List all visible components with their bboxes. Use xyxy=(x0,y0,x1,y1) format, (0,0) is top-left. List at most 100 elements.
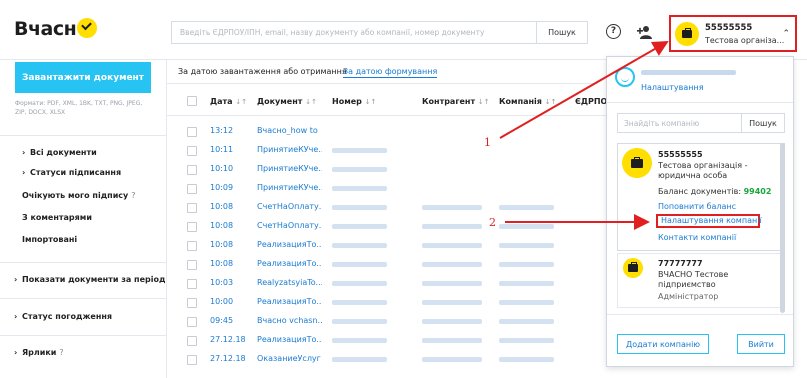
row-document-name[interactable]: РеализацияТо... xyxy=(257,240,322,249)
help-icon[interactable]: ? xyxy=(131,191,135,200)
row-document-name[interactable]: Вчасно_how to xyxy=(257,126,322,135)
row-document-name[interactable]: СчетНаОплату... xyxy=(257,202,322,211)
sidebar-item-imported[interactable]: Імпортовані xyxy=(22,235,77,244)
row-checkbox[interactable] xyxy=(187,165,197,175)
row-checkbox[interactable] xyxy=(187,127,197,137)
table-row[interactable]: 10:11 ПринятиеКУче... xyxy=(167,141,607,160)
column-date[interactable]: Дата ↓↑ xyxy=(210,97,247,106)
table-row[interactable]: 10:08 РеализацияТо... xyxy=(167,255,607,274)
row-document-name[interactable]: Вчасно vchasn... xyxy=(257,316,322,325)
table-row[interactable]: 10:03 RealyzatsyiaTo... xyxy=(167,274,607,293)
row-date[interactable]: 10:08 xyxy=(210,259,233,268)
logo[interactable]: Вчасн xyxy=(14,18,98,40)
column-company[interactable]: Компанія ↓↑ xyxy=(499,97,556,106)
redacted-value xyxy=(499,262,554,267)
row-checkbox[interactable] xyxy=(187,298,197,308)
sort-icon: ↓↑ xyxy=(477,98,490,106)
add-company-button[interactable]: Додати компанію xyxy=(617,334,709,354)
table-row[interactable]: 27.12.18 ОказаниеУслуг xyxy=(167,350,607,369)
row-document-name[interactable]: РеализацияТо... xyxy=(257,259,322,268)
sidebar-item-signing-statuses[interactable]: › Статуси підписання xyxy=(22,168,121,177)
row-date[interactable]: 10:11 xyxy=(210,145,233,154)
row-date[interactable]: 13:12 xyxy=(210,126,233,135)
company-search-input[interactable] xyxy=(617,113,741,133)
row-document-name[interactable]: RealyzatsyiaTo... xyxy=(257,278,322,287)
company-contacts-link[interactable]: Контакти компанії xyxy=(658,233,736,242)
table-row[interactable]: 10:00 РеализацияТо... xyxy=(167,293,607,312)
logout-button[interactable]: Вийти xyxy=(737,334,785,354)
company-search-button[interactable]: Пошук xyxy=(741,113,785,133)
redacted-value xyxy=(422,281,482,286)
row-date[interactable]: 09:45 xyxy=(210,316,233,325)
column-document[interactable]: Документ ↓↑ xyxy=(257,97,317,106)
sidebar-item-documents-period[interactable]: › Показати документи за період xyxy=(14,275,165,284)
row-date[interactable]: 10:08 xyxy=(210,240,233,249)
table-row[interactable]: 10:10 ПринятиеКУче... xyxy=(167,160,607,179)
table-row[interactable]: 09:45 Вчасно vchasn... xyxy=(167,312,607,331)
question-circle-icon[interactable]: ? xyxy=(606,24,621,39)
chevron-right-icon: › xyxy=(22,168,26,177)
column-counterparty[interactable]: Контрагент ↓↑ xyxy=(422,97,490,106)
sidebar-divider xyxy=(0,335,166,336)
row-checkbox[interactable] xyxy=(187,203,197,213)
sidebar-item-approval-status[interactable]: › Статус погодження xyxy=(14,312,112,321)
row-checkbox[interactable] xyxy=(187,279,197,289)
redacted-value xyxy=(422,243,482,248)
row-checkbox[interactable] xyxy=(187,241,197,251)
user-email-redacted xyxy=(641,70,736,75)
row-date[interactable]: 10:10 xyxy=(210,164,233,173)
row-document-name[interactable]: РеализацияТо... xyxy=(257,297,322,306)
sidebar-item-labels[interactable]: › Ярлики? xyxy=(14,348,64,357)
table-row[interactable]: 10:08 СчетНаОплату... xyxy=(167,198,607,217)
row-date[interactable]: 10:08 xyxy=(210,202,233,211)
row-date[interactable]: 10:00 xyxy=(210,297,233,306)
row-checkbox[interactable] xyxy=(187,317,197,327)
chevron-right-icon: › xyxy=(22,148,26,157)
company-settings-link[interactable]: Налаштування компанії xyxy=(661,216,762,225)
help-icon[interactable]: ? xyxy=(59,348,63,357)
tab-upload-date[interactable]: За датою завантаження або отримання xyxy=(178,67,347,76)
account-id: 55555555 xyxy=(705,23,753,33)
table-row[interactable]: 10:09 ПринятиеКУче... xyxy=(167,179,607,198)
dropdown-scrollbar[interactable] xyxy=(780,143,785,313)
sidebar-item-awaiting-signature[interactable]: Очікують мого підпису? xyxy=(22,191,136,200)
sidebar-item-all-documents[interactable]: › Всі документи xyxy=(22,148,97,157)
row-date[interactable]: 27.12.18 xyxy=(210,335,246,344)
row-document-name[interactable]: ПринятиеКУче... xyxy=(257,183,322,192)
row-document-name[interactable]: ПринятиеКУче... xyxy=(257,164,322,173)
upload-document-button[interactable]: Завантажити документ xyxy=(15,62,151,93)
search-button[interactable]: Пошук xyxy=(536,21,588,44)
row-document-name[interactable]: ОказаниеУслуг xyxy=(257,354,322,363)
table-row[interactable]: 10:08 СчетНаОплату... xyxy=(167,217,607,236)
header: Вчасн Пошук ? 55555555 Тестова організа.… xyxy=(0,0,807,60)
row-date[interactable]: 10:08 xyxy=(210,221,233,230)
redacted-value xyxy=(499,338,554,343)
sidebar-item-with-comments[interactable]: З коментарями xyxy=(22,213,92,222)
account-switcher[interactable]: 55555555 Тестова організа... ⌃ xyxy=(669,15,797,52)
search-input[interactable] xyxy=(171,21,536,44)
row-date[interactable]: 10:03 xyxy=(210,278,233,287)
row-document-name[interactable]: ПринятиеКУче... xyxy=(257,145,322,154)
table-row[interactable]: 13:12 Вчасно_how to xyxy=(167,122,607,141)
row-document-name[interactable]: СчетНаОплату... xyxy=(257,221,322,230)
table-row[interactable]: 27.12.18 РеализацияТо... xyxy=(167,331,607,350)
row-date[interactable]: 10:09 xyxy=(210,183,233,192)
company-card-active[interactable]: 55555555 Тестова організація - юридична … xyxy=(617,143,785,251)
company-card[interactable]: 77777777 ВЧАСНО Тестове підприємство Адм… xyxy=(617,253,785,308)
tab-creation-date[interactable]: За датою формування xyxy=(343,67,438,78)
row-checkbox[interactable] xyxy=(187,146,197,156)
row-checkbox[interactable] xyxy=(187,336,197,346)
add-user-icon[interactable] xyxy=(637,24,653,40)
row-checkbox[interactable] xyxy=(187,260,197,270)
table-row[interactable]: 10:08 РеализацияТо... xyxy=(167,236,607,255)
select-all-checkbox[interactable] xyxy=(187,96,197,106)
user-settings-link[interactable]: Налаштування xyxy=(641,83,704,92)
sidebar-divider xyxy=(0,298,166,299)
column-number[interactable]: Номер ↓↑ xyxy=(332,97,376,106)
row-checkbox[interactable] xyxy=(187,222,197,232)
row-date[interactable]: 27.12.18 xyxy=(210,354,246,363)
row-document-name[interactable]: РеализацияТо... xyxy=(257,335,322,344)
top-up-balance-link[interactable]: Поповнити баланс xyxy=(658,202,736,211)
row-checkbox[interactable] xyxy=(187,184,197,194)
row-checkbox[interactable] xyxy=(187,355,197,365)
